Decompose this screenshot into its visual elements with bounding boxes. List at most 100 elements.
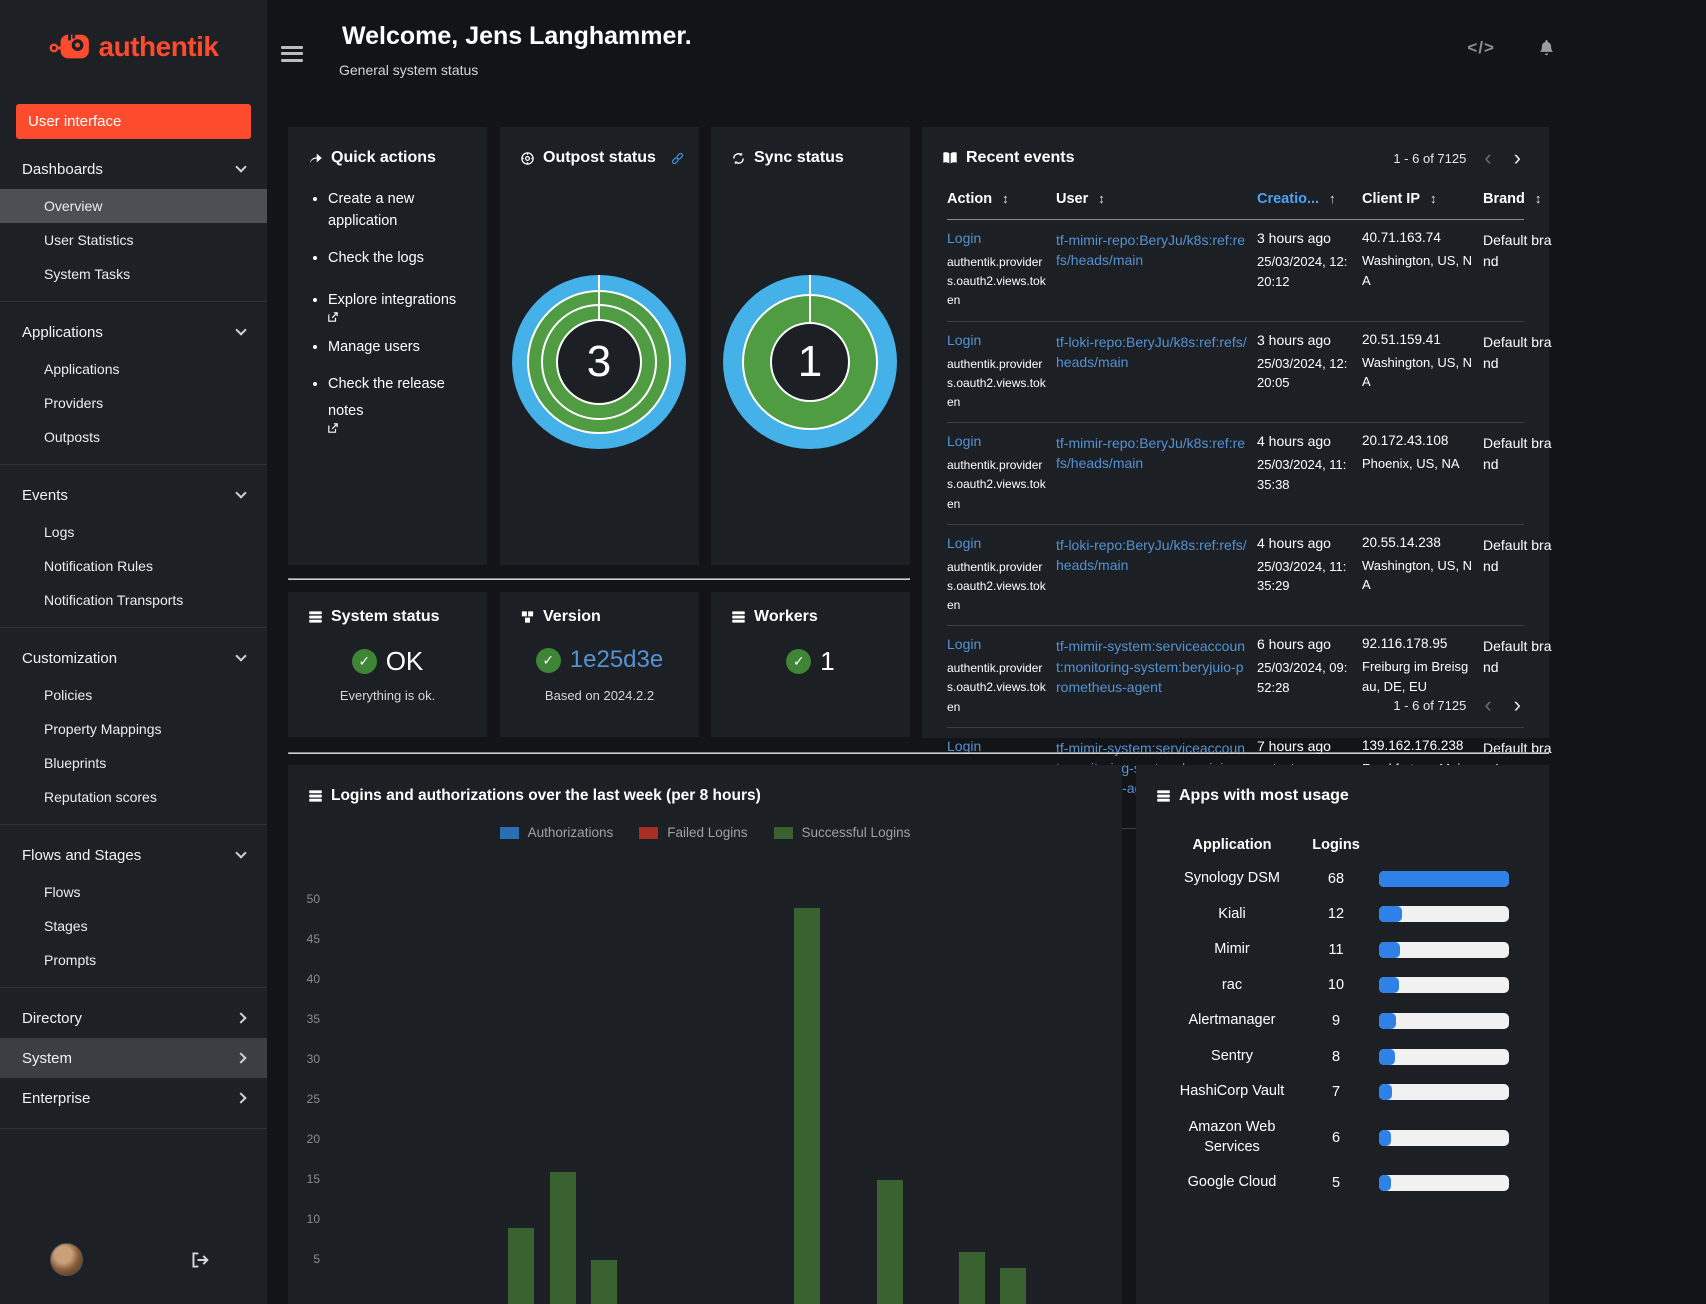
sidebar-section-enterprise[interactable]: Enterprise [0, 1078, 267, 1118]
y-axis-tick: 20 [306, 1132, 320, 1146]
event-action-cell: Login authentik.providers.oauth2.views.to… [947, 433, 1047, 514]
sidebar-item-user-statistics[interactable]: User Statistics [0, 223, 267, 257]
sidebar-section-dashboards[interactable]: Dashboards [0, 149, 267, 189]
sidebar-section-customization[interactable]: Customization [0, 638, 267, 678]
chevron-down-icon [235, 847, 247, 859]
quick-action-manage-users[interactable]: Manage users [328, 337, 473, 359]
event-action-cell: Login authentik.providers.oauth2.views.to… [947, 230, 1047, 311]
sidebar-item-overview[interactable]: Overview [0, 189, 267, 223]
app-usage-progressbar [1379, 977, 1509, 994]
event-action-link[interactable]: Login [947, 535, 981, 551]
sidebar-item-notification-transports[interactable]: Notification Transports [0, 583, 267, 617]
quick-action-explore-integrations[interactable]: Explore integrations [328, 284, 473, 322]
hamburger-menu-icon[interactable] [281, 42, 303, 65]
event-user-link[interactable]: tf-mimir-system:serviceaccount:monitorin… [1056, 636, 1248, 697]
sidebar-item-system-tasks[interactable]: System Tasks [0, 257, 267, 291]
sidebar-section-system[interactable]: System [0, 1038, 267, 1078]
event-action-link[interactable]: Login [947, 433, 981, 449]
event-action-link[interactable]: Login [947, 636, 981, 652]
sidebar-section-flows-and-stages[interactable]: Flows and Stages [0, 835, 267, 875]
sidebar-item-property-mappings[interactable]: Property Mappings [0, 712, 267, 746]
app-login-count: 5 [1331, 1174, 1341, 1191]
server-stack-icon [308, 610, 323, 624]
app-usage-progress-fill [1379, 941, 1400, 958]
event-row: Login authentik.providers.oauth2.views.to… [947, 220, 1551, 322]
event-client-location: Phoenix, US, NA [1362, 456, 1460, 472]
book-icon [942, 151, 958, 165]
event-action-link[interactable]: Login [947, 332, 981, 348]
event-brand-cell: Default brand [1483, 232, 1552, 269]
apps-usage-title: Apps with most usage [1179, 787, 1349, 804]
event-row: Login authentik.providers.oauth2.views.to… [947, 525, 1551, 627]
event-user-link[interactable]: tf-mimir-repo:BeryJu/k8s:ref:refs/heads/… [1056, 433, 1248, 474]
pagination-prev-icon[interactable]: ‹ [1480, 147, 1495, 169]
pagination-next-icon[interactable]: › [1510, 147, 1525, 169]
chevron-down-icon [235, 324, 247, 336]
column-header-action[interactable]: Action ↕ [947, 191, 1047, 207]
sidebar-item-reputation-scores[interactable]: Reputation scores [0, 780, 267, 814]
sidebar-item-applications[interactable]: Applications [0, 352, 267, 386]
app-name: Mimir [1214, 941, 1250, 958]
event-action-link[interactable]: Login [947, 230, 981, 246]
quick-action-check-the-logs[interactable]: Check the logs [328, 248, 473, 270]
user-avatar[interactable] [50, 1243, 83, 1276]
recent-events-card: Recent events 1 - 6 of 7125 ‹ › Action ↕ U… [922, 127, 1551, 830]
sidebar-section-directory[interactable]: Directory [0, 998, 267, 1038]
event-user-link[interactable]: tf-loki-repo:BeryJu/k8s:ref:refs/heads/m… [1056, 535, 1248, 576]
sidebar-divider [0, 301, 267, 302]
sidebar-item-policies[interactable]: Policies [0, 678, 267, 712]
sidebar-section-events[interactable]: Events [0, 475, 267, 515]
version-link[interactable]: 1e25d3e [570, 646, 663, 674]
logout-icon[interactable] [190, 1251, 210, 1269]
event-created-cell: 4 hours ago 25/03/2024, 11:35:38 [1257, 433, 1353, 514]
quick-action-check-the-release-notes[interactable]: Check the release notes [328, 374, 473, 433]
app-usage-progressbar [1379, 1013, 1509, 1030]
version-caption: Based on 2024.2.2 [544, 688, 655, 703]
event-brand-cell: Default brand [1483, 435, 1552, 473]
apps-usage-card: Apps with most usage Application Logins Sy… [1136, 765, 1549, 1304]
sidebar-item-flows[interactable]: Flows [0, 875, 267, 909]
quick-action-create-a-new-application[interactable]: Create a new application [328, 189, 473, 233]
notification-bell-icon[interactable] [1537, 38, 1556, 58]
column-header-brand[interactable]: Brand ↕ [1483, 191, 1553, 207]
sidebar-section-applications[interactable]: Applications [0, 312, 267, 352]
event-client-location: Washington, US, NA [1362, 557, 1473, 593]
event-user-link[interactable]: tf-loki-repo:BeryJu/k8s:ref:refs/heads/m… [1056, 332, 1248, 373]
event-client-ip: 92.116.178.95 [1362, 636, 1448, 652]
user-interface-button[interactable]: User interface [16, 104, 251, 139]
chart-bar [877, 1180, 903, 1304]
sidebar-item-outposts[interactable]: Outposts [0, 420, 267, 454]
app-login-count: 12 [1327, 906, 1345, 923]
sidebar-item-stages[interactable]: Stages [0, 909, 267, 943]
event-created-relative: 4 hours ago [1257, 433, 1331, 450]
cubes-icon [520, 610, 535, 624]
event-clientip-cell: 40.71.163.74 Washington, US, NA [1362, 230, 1474, 311]
app-usage-progress-fill [1379, 1129, 1391, 1146]
link-chain-icon[interactable] [670, 151, 685, 166]
sidebar-item-blueprints[interactable]: Blueprints [0, 746, 267, 780]
column-header-creatio[interactable]: Creatio... ↑ [1257, 191, 1353, 207]
sidebar-item-logs[interactable]: Logs [0, 515, 267, 549]
sidebar-item-providers[interactable]: Providers [0, 386, 267, 420]
column-header-user[interactable]: User ↕ [1056, 191, 1248, 207]
page-title: Welcome, Jens Langhammer. [342, 22, 692, 50]
app-name: Sentry [1211, 1047, 1253, 1064]
chevron-down-icon [235, 650, 247, 662]
api-code-icon[interactable]: </> [1467, 38, 1495, 58]
event-user-link[interactable]: tf-mimir-repo:BeryJu/k8s:ref:refs/heads/… [1056, 230, 1248, 271]
sidebar-item-prompts[interactable]: Prompts [0, 943, 267, 977]
pagination-prev-icon-bottom[interactable]: ‹ [1480, 694, 1495, 716]
pagination-next-icon-bottom[interactable]: › [1510, 694, 1525, 716]
event-created-relative: 6 hours ago [1257, 636, 1331, 653]
sort-both-icon: ↕ [1534, 191, 1542, 206]
system-status-card: System status ✓ OK Everything is ok. [288, 592, 487, 737]
authentik-logo-icon [49, 30, 91, 64]
event-action-cell: Login authentik.providers.oauth2.views.to… [947, 332, 1047, 413]
brand-wordmark: authentik [98, 31, 219, 62]
chevron-right-icon [235, 1052, 247, 1064]
quick-actions-card: Quick actions Create a new application Ch… [288, 127, 487, 565]
column-header-client-ip[interactable]: Client IP ↕ [1362, 191, 1474, 207]
sidebar-item-notification-rules[interactable]: Notification Rules [0, 549, 267, 583]
app-name: Alertmanager [1188, 1012, 1276, 1029]
server-stack-icon [1156, 789, 1171, 803]
